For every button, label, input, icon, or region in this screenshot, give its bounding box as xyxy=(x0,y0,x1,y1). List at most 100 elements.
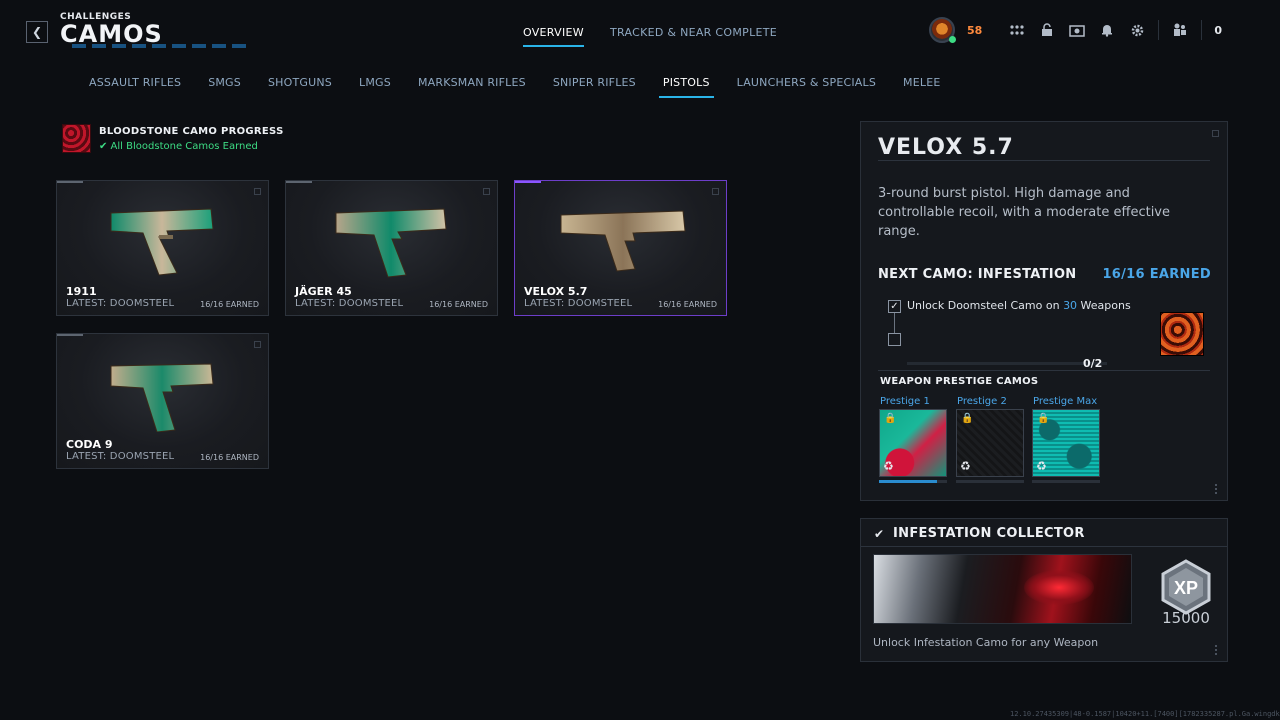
weapon-latest-camo: LATEST: DOOMSTEEL xyxy=(295,298,404,309)
bloodstone-title: BLOODSTONE CAMO PROGRESS xyxy=(99,125,284,137)
weapon-earned: 16/16 EARNED xyxy=(658,300,717,309)
prestige-camo-swatch: 🔒 ♻ xyxy=(956,409,1024,477)
checkmark-icon: ✔ xyxy=(874,527,885,541)
task-checkbox-complete[interactable]: ✓ xyxy=(888,300,901,313)
weapon-detail-title: VELOX 5.7 xyxy=(878,135,1014,160)
tab-tracked-near-complete[interactable]: TRACKED & NEAR COMPLETE xyxy=(610,26,777,45)
weapon-card-coda-9[interactable]: CODA 9 LATEST: DOOMSTEEL 16/16 EARNED xyxy=(56,333,269,469)
weapon-earned: 16/16 EARNED xyxy=(429,300,488,309)
pistol-image xyxy=(560,210,686,272)
infestation-camo-swatch[interactable] xyxy=(1160,312,1204,356)
next-camo-earned: 16/16 EARNED xyxy=(1102,267,1211,282)
weapon-card-jager-45[interactable]: JÄGER 45 LATEST: DOOMSTEEL 16/16 EARNED xyxy=(285,180,498,316)
prestige-camo-swatch: 🔒 ♻ xyxy=(1032,409,1100,477)
card-corner xyxy=(254,188,261,195)
weapon-detail-panel: VELOX 5.7 3-round burst pistol. High dam… xyxy=(860,121,1228,501)
camo-task: Unlock Doomsteel Camo on 30 Weapons xyxy=(907,299,1131,312)
weapon-card-1911[interactable]: 1911 LATEST: DOOMSTEEL 16/16 EARNED xyxy=(56,180,269,316)
prestige-icon: ♻ xyxy=(883,459,894,473)
task-text-prefix: Unlock Doomsteel Camo on xyxy=(907,299,1064,312)
task-text-suffix: Weapons xyxy=(1077,299,1131,312)
card-corner xyxy=(254,341,261,348)
build-id: 12.10.27435309|48-0.1587|10420+11.[7400]… xyxy=(1010,710,1280,718)
card-accent xyxy=(286,181,312,183)
collector-description: Unlock Infestation Camo for any Weapon xyxy=(873,636,1099,649)
prestige-icon: ♻ xyxy=(1036,459,1047,473)
pistol-image xyxy=(335,208,447,278)
weapon-latest-camo: LATEST: DOOMSTEEL xyxy=(66,298,175,309)
tab-marksman-rifles[interactable]: MARKSMAN RIFLES xyxy=(418,76,526,96)
prestige-progress-bar xyxy=(1032,480,1100,483)
xp-badge-icon: XP xyxy=(1161,559,1211,615)
separator xyxy=(1158,20,1160,40)
scroll-indicator[interactable] xyxy=(1215,645,1219,655)
task-progress: 0/2 xyxy=(1083,357,1103,370)
prestige-progress-fill xyxy=(879,480,937,483)
task-checkbox-incomplete[interactable] xyxy=(888,333,901,346)
tab-launchers-specials[interactable]: LAUNCHERS & SPECIALS xyxy=(737,76,876,96)
weapon-earned: 16/16 EARNED xyxy=(200,453,259,462)
tab-lmgs[interactable]: LMGS xyxy=(359,76,391,96)
bloodstone-progress[interactable]: BLOODSTONE CAMO PROGRESS ✔ All Bloodston… xyxy=(62,124,284,153)
weapon-latest-camo: LATEST: DOOMSTEEL xyxy=(524,298,633,309)
camera-icon[interactable] xyxy=(1068,21,1086,39)
lock-icon: 🔒 xyxy=(884,413,897,424)
divider xyxy=(878,370,1210,371)
task-count: 30 xyxy=(1063,299,1078,312)
scroll-indicator[interactable] xyxy=(1215,484,1219,494)
prestige-camo-1[interactable]: Prestige 1 🔒 ♻ xyxy=(879,396,947,483)
collector-reward-image xyxy=(873,554,1132,624)
party-count: 0 xyxy=(1214,23,1222,37)
prestige-label: Prestige Max xyxy=(1033,396,1098,407)
tab-shotguns[interactable]: SHOTGUNS xyxy=(268,76,332,96)
tab-melee[interactable]: MELEE xyxy=(903,76,940,96)
card-corner xyxy=(712,188,719,195)
card-accent xyxy=(57,181,83,183)
tab-smgs[interactable]: SMGS xyxy=(208,76,241,96)
separator xyxy=(1201,20,1203,40)
collector-title: INFESTATION COLLECTOR xyxy=(893,526,1085,541)
prestige-icon: ♻ xyxy=(960,459,971,473)
avatar[interactable] xyxy=(929,17,957,43)
panel-corner xyxy=(1212,130,1219,137)
tab-assault-rifles[interactable]: ASSAULT RIFLES xyxy=(89,76,181,96)
xp-label: XP xyxy=(1174,578,1198,598)
card-corner xyxy=(483,188,490,195)
card-accent xyxy=(515,181,541,183)
tab-pistols[interactable]: PISTOLS xyxy=(658,76,714,98)
party-icon[interactable] xyxy=(1171,21,1189,39)
pistol-image xyxy=(110,363,214,432)
top-right-bar: 58 0 xyxy=(929,17,1222,43)
prestige-camo-2[interactable]: Prestige 2 🔒 ♻ xyxy=(956,396,1024,483)
task-connector xyxy=(894,313,895,333)
prestige-title: WEAPON PRESTIGE CAMOS xyxy=(880,376,1039,387)
prestige-label: Prestige 1 xyxy=(880,396,930,407)
apps-grid-icon[interactable] xyxy=(1008,21,1026,39)
weapon-name: 1911 xyxy=(66,285,97,298)
task-progress-bar xyxy=(907,362,1107,365)
tab-sniper-rifles[interactable]: SNIPER RIFLES xyxy=(553,76,636,96)
bell-icon[interactable] xyxy=(1098,21,1116,39)
prestige-label: Prestige 2 xyxy=(957,396,1007,407)
bloodstone-status: ✔ All Bloodstone Camos Earned xyxy=(99,140,258,152)
weapon-description: 3-round burst pistol. High damage and co… xyxy=(878,186,1170,239)
card-accent xyxy=(57,334,83,336)
checkmark-icon: ✓ xyxy=(890,301,899,312)
unlock-icon[interactable] xyxy=(1038,21,1056,39)
player-level: 58 xyxy=(967,23,983,37)
divider xyxy=(878,160,1210,161)
weapon-latest-camo: LATEST: DOOMSTEEL xyxy=(66,451,175,462)
gear-icon[interactable] xyxy=(1128,21,1146,39)
prestige-progress-bar xyxy=(956,480,1024,483)
divider xyxy=(861,546,1227,547)
weapon-card-velox-5-7[interactable]: VELOX 5.7 LATEST: DOOMSTEEL 16/16 EARNED xyxy=(514,180,727,316)
weapon-name: JÄGER 45 xyxy=(295,285,352,298)
reward-glow xyxy=(1024,570,1094,605)
next-camo-label: NEXT CAMO: INFESTATION xyxy=(878,267,1077,282)
tab-overview[interactable]: OVERVIEW xyxy=(522,26,584,47)
lock-icon: 🔒 xyxy=(961,413,974,424)
prestige-progress-bar xyxy=(879,480,947,483)
category-tabs: ASSAULT RIFLES SMGS SHOTGUNS LMGS MARKSM… xyxy=(89,76,941,98)
weapon-name: VELOX 5.7 xyxy=(524,285,588,298)
prestige-camo-max[interactable]: Prestige Max 🔒 ♻ xyxy=(1032,396,1100,483)
